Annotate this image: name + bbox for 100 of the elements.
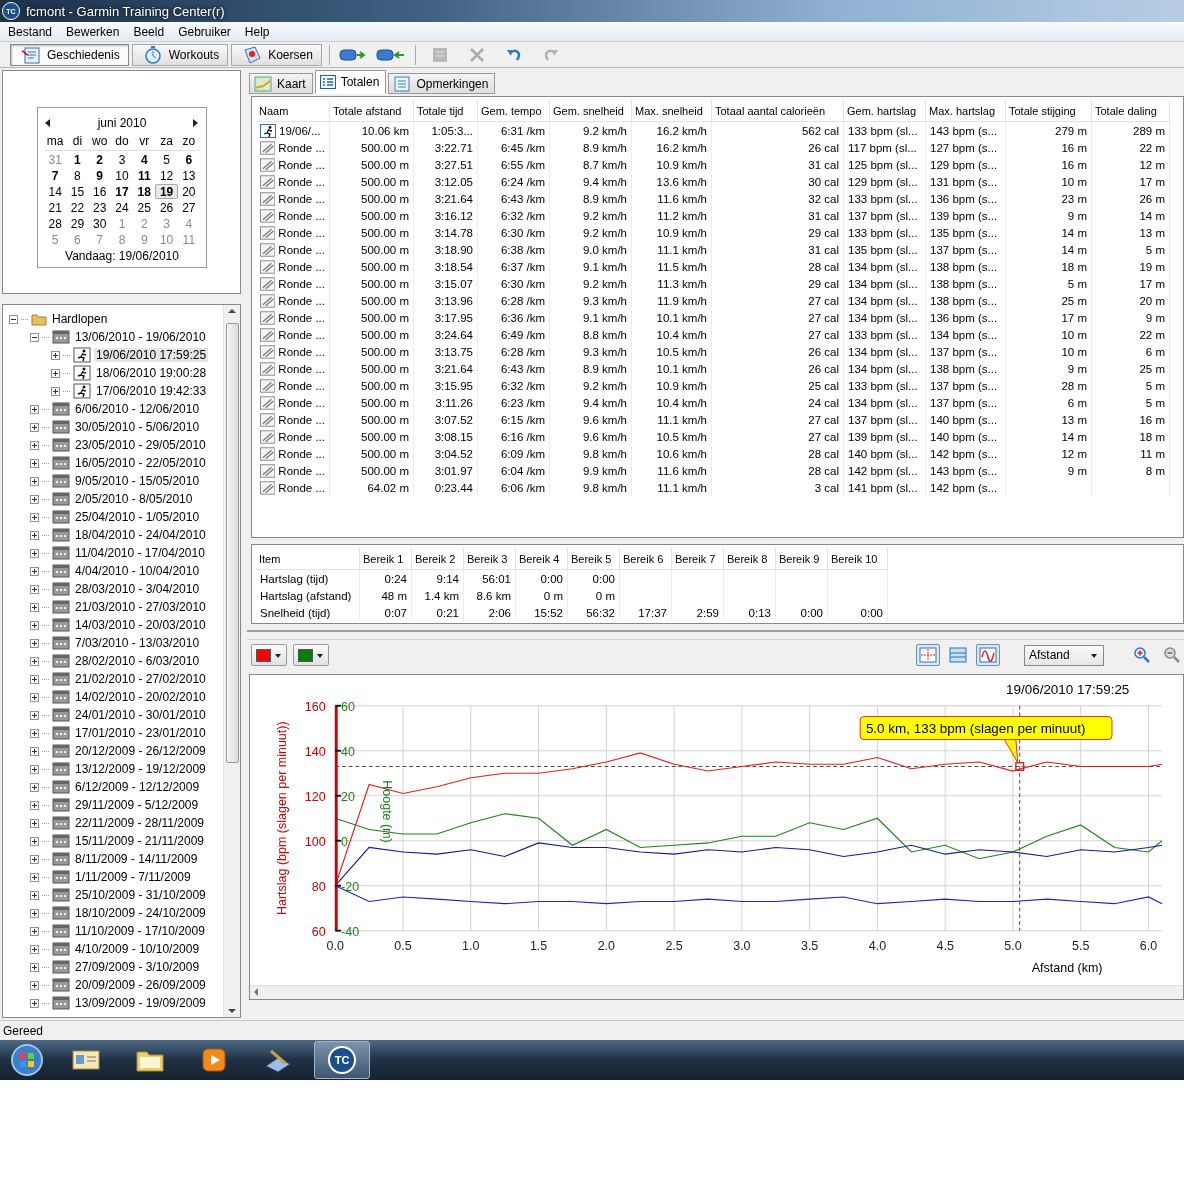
column-header[interactable]: Gem. tempo [478, 100, 550, 122]
tree-item[interactable]: 25/10/2009 - 31/10/2009 [73, 888, 208, 902]
tree-item[interactable]: 29/11/2009 - 5/12/2009 [73, 798, 201, 812]
calendar-day[interactable]: 2 [88, 152, 111, 167]
menu-item[interactable]: Bestand [1, 24, 60, 39]
tree-item[interactable]: 17/06/2010 19:42:33 [94, 384, 209, 398]
tree-item[interactable]: 28/02/2010 - 6/03/2010 [73, 654, 202, 668]
expand-toggle[interactable] [30, 926, 39, 936]
tree-item[interactable]: 7/03/2010 - 13/03/2010 [73, 636, 202, 650]
expand-toggle[interactable] [51, 386, 60, 396]
tree-item[interactable]: 16/05/2010 - 22/05/2010 [73, 456, 208, 470]
tree-item[interactable]: 14/03/2010 - 20/03/2010 [73, 618, 208, 632]
column-header[interactable]: Bereik 7 [672, 548, 724, 570]
tree-item[interactable]: 20/12/2009 - 26/12/2009 [73, 744, 208, 758]
expand-toggle[interactable] [30, 800, 39, 810]
expand-toggle[interactable] [30, 890, 39, 900]
color-picker[interactable] [293, 644, 329, 666]
column-header[interactable]: Totale afstand [330, 100, 414, 122]
tree-item[interactable]: 2/05/2010 - 8/05/2010 [73, 492, 195, 506]
expand-toggle[interactable] [30, 962, 39, 972]
expand-toggle[interactable] [30, 494, 39, 504]
tree-item[interactable]: 21/03/2010 - 27/03/2010 [73, 600, 208, 614]
color-picker[interactable] [251, 644, 287, 666]
tree-item[interactable]: 21/02/2010 - 27/02/2010 [73, 672, 208, 686]
expand-toggle[interactable] [30, 908, 39, 918]
tab[interactable]: Kaart [249, 73, 313, 94]
tree-item[interactable]: 14/02/2010 - 20/02/2010 [73, 690, 208, 704]
expand-toggle[interactable] [30, 818, 39, 828]
scrollbar[interactable] [250, 984, 1183, 999]
column-header[interactable]: Bereik 2 [412, 548, 464, 570]
column-header[interactable]: Bereik 3 [464, 548, 516, 570]
nav-button[interactable]: Geschiedenis [10, 43, 129, 66]
expand-toggle[interactable] [30, 692, 39, 702]
expand-toggle[interactable] [30, 656, 39, 666]
column-header[interactable]: Gem. snelheid [550, 100, 632, 122]
taskbar-button[interactable]: TC [314, 1041, 370, 1079]
tree-item[interactable]: 9/05/2010 - 15/05/2010 [73, 474, 202, 488]
calendar-day[interactable]: 19 [155, 184, 178, 199]
expand-toggle[interactable] [30, 476, 39, 486]
expand-toggle[interactable] [30, 404, 39, 414]
view-toggle[interactable] [976, 644, 1000, 666]
calendar-day[interactable]: 27 [177, 200, 200, 215]
menu-item[interactable]: Beeld [126, 24, 172, 39]
calendar-day[interactable]: 20 [177, 184, 200, 199]
menu-item[interactable]: Bewerken [59, 24, 127, 39]
calendar-day[interactable]: 10 [155, 232, 178, 247]
calendar-day[interactable]: 6 [66, 232, 89, 247]
tree-item[interactable]: 22/11/2009 - 28/11/2009 [73, 816, 206, 830]
expand-toggle[interactable] [30, 512, 39, 522]
tree-item[interactable]: 13/09/2009 - 19/09/2009 [73, 996, 208, 1010]
column-header[interactable]: Totale tijd [414, 100, 478, 122]
calendar-day[interactable]: 9 [88, 168, 111, 183]
tree-item[interactable]: 4/10/2009 - 10/10/2009 [73, 942, 202, 956]
calendar-day[interactable]: 16 [88, 184, 111, 199]
calendar-day[interactable]: 22 [66, 200, 89, 215]
column-header[interactable]: Bereik 5 [568, 548, 620, 570]
tree-item[interactable]: 30/05/2010 - 5/06/2010 [73, 420, 202, 434]
calendar-day[interactable]: 24 [110, 200, 134, 215]
column-header[interactable]: Totaal aantal calorieën [712, 100, 844, 122]
tree-item[interactable]: 24/01/2010 - 30/01/2010 [73, 708, 208, 722]
expand-toggle[interactable] [30, 944, 39, 954]
menu-item[interactable]: Gebruiker [171, 24, 238, 39]
nav-button[interactable]: Workouts [131, 43, 229, 66]
tree-item[interactable]: 27/09/2009 - 3/10/2009 [73, 960, 202, 974]
expand-toggle[interactable] [30, 458, 39, 468]
calendar-day[interactable]: 31 [44, 152, 67, 167]
expand-toggle[interactable] [30, 548, 39, 558]
tree-item[interactable]: 25/04/2010 - 1/05/2010 [73, 510, 202, 524]
expand-toggle[interactable] [30, 764, 39, 774]
tree-item[interactable]: 18/10/2009 - 24/10/2009 [73, 906, 208, 920]
calendar-day[interactable]: 21 [44, 200, 67, 215]
tree-item[interactable]: 28/03/2010 - 3/04/2010 [73, 582, 202, 596]
menu-item[interactable]: Help [237, 24, 277, 39]
column-header[interactable]: Bereik 8 [724, 548, 776, 570]
view-toggle[interactable] [916, 644, 940, 666]
calendar-day[interactable]: 8 [110, 232, 134, 247]
tree-item[interactable]: Hardlopen [50, 312, 110, 326]
expand-toggle[interactable] [30, 530, 39, 540]
expand-toggle[interactable] [51, 350, 60, 360]
calendar-day[interactable]: 13 [177, 168, 200, 183]
nav-button[interactable]: Koersen [231, 43, 322, 66]
tree-item[interactable]: 20/09/2009 - 26/09/2009 [73, 978, 208, 992]
expand-toggle[interactable] [30, 998, 39, 1008]
expand-toggle[interactable] [30, 728, 39, 738]
tree-item[interactable]: 18/06/2010 19:00:28 [94, 366, 209, 380]
tab[interactable]: Opmerkingen [388, 73, 496, 94]
calendar-day[interactable]: 7 [44, 168, 67, 183]
expand-toggle[interactable] [30, 674, 39, 684]
tree-item[interactable]: 17/01/2010 - 23/01/2010 [73, 726, 208, 740]
column-header[interactable]: Gem. hartslag [844, 100, 926, 122]
column-header[interactable]: Totale stijging [1006, 100, 1092, 122]
calendar-day[interactable]: 6 [177, 152, 200, 167]
column-header[interactable]: Bereik 9 [776, 548, 828, 570]
expand-toggle[interactable] [30, 638, 39, 648]
column-header[interactable]: Totale daling [1092, 100, 1170, 122]
column-header[interactable]: Bereik 6 [620, 548, 672, 570]
expand-toggle[interactable] [30, 602, 39, 612]
tree-item[interactable]: 19/06/2010 17:59:25 [94, 348, 209, 362]
tree-item[interactable]: 4/04/2010 - 10/04/2010 [73, 564, 202, 578]
expand-toggle[interactable] [30, 620, 39, 630]
